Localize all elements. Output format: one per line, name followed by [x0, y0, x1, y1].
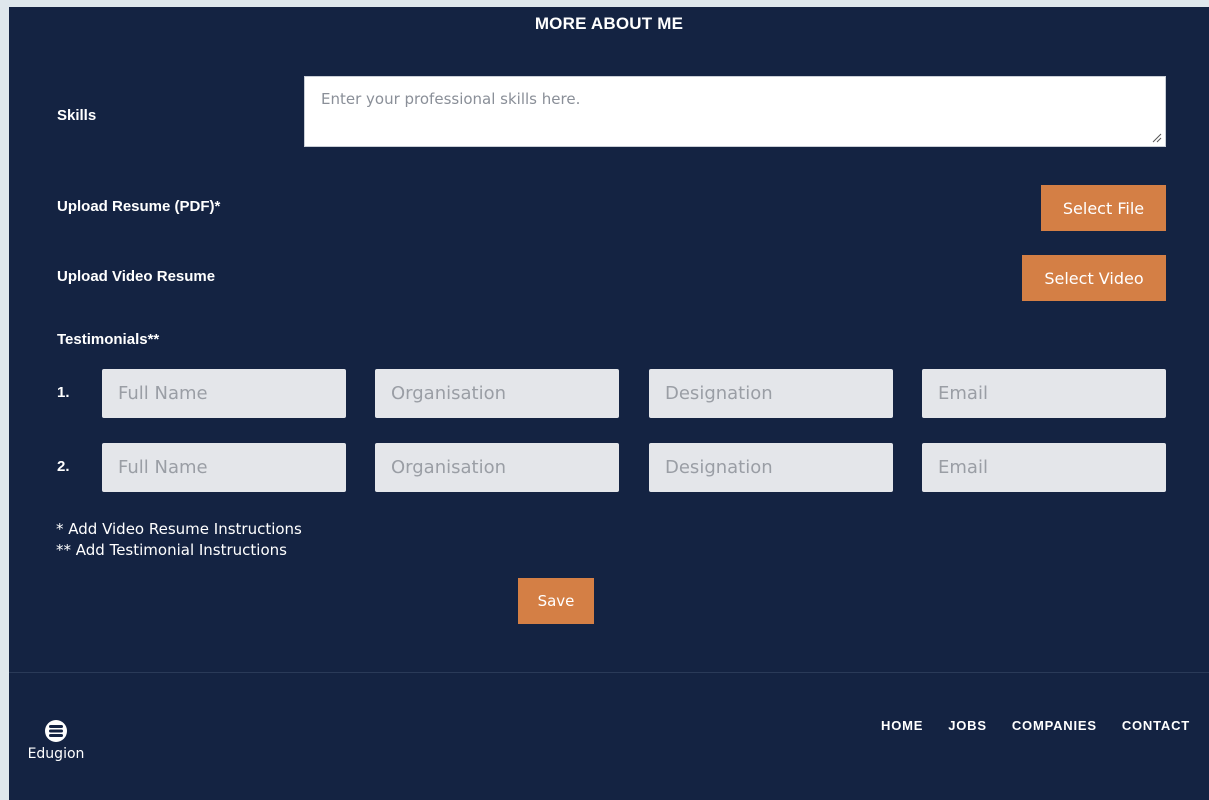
testimonial-row-number: 1. [57, 384, 70, 401]
testimonial-1-designation-input[interactable]: Designation [649, 369, 893, 418]
testimonial-1-email-input[interactable]: Email [922, 369, 1166, 418]
testimonials-label: Testimonials** [57, 331, 160, 348]
testimonial-2-organisation-input[interactable]: Organisation [375, 443, 619, 492]
footer-nav: HOME JOBS COMPANIES CONTACT [881, 718, 1190, 733]
skills-label: Skills [57, 107, 97, 124]
skills-textarea[interactable]: Enter your professional skills here. [304, 76, 1166, 147]
skills-placeholder: Enter your professional skills here. [321, 90, 581, 108]
upload-resume-label: Upload Resume (PDF)* [57, 198, 221, 215]
edugion-logo-icon [45, 720, 67, 742]
resize-grip-icon[interactable] [1152, 133, 1162, 143]
testimonial-2-designation-input[interactable]: Designation [649, 443, 893, 492]
testimonial-1-organisation-input[interactable]: Organisation [375, 369, 619, 418]
select-file-button[interactable]: Select File [1041, 185, 1166, 231]
section-title: MORE ABOUT ME [534, 14, 684, 33]
edugion-logo[interactable]: Edugion [21, 714, 107, 774]
footer-nav-contact[interactable]: CONTACT [1122, 718, 1190, 733]
upload-video-label: Upload Video Resume [57, 268, 216, 285]
more-about-me-panel: MORE ABOUT ME Skills Enter your professi… [9, 7, 1209, 800]
footer-divider [9, 672, 1209, 673]
video-resume-instructions: * Add Video Resume Instructions [56, 520, 302, 538]
logo-text: Edugion [27, 746, 85, 762]
footer-nav-companies[interactable]: COMPANIES [1012, 718, 1097, 733]
select-video-button[interactable]: Select Video [1022, 255, 1166, 301]
footer-nav-jobs[interactable]: JOBS [948, 718, 987, 733]
testimonial-2-full-name-input[interactable]: Full Name [102, 443, 346, 492]
save-button[interactable]: Save [518, 578, 594, 624]
testimonial-row-number: 2. [57, 458, 70, 475]
testimonial-1-full-name-input[interactable]: Full Name [102, 369, 346, 418]
testimonial-instructions: ** Add Testimonial Instructions [56, 541, 287, 559]
footer-nav-home[interactable]: HOME [881, 718, 923, 733]
instructions-notes: * Add Video Resume Instructions ** Add T… [56, 519, 302, 561]
testimonial-2-email-input[interactable]: Email [922, 443, 1166, 492]
